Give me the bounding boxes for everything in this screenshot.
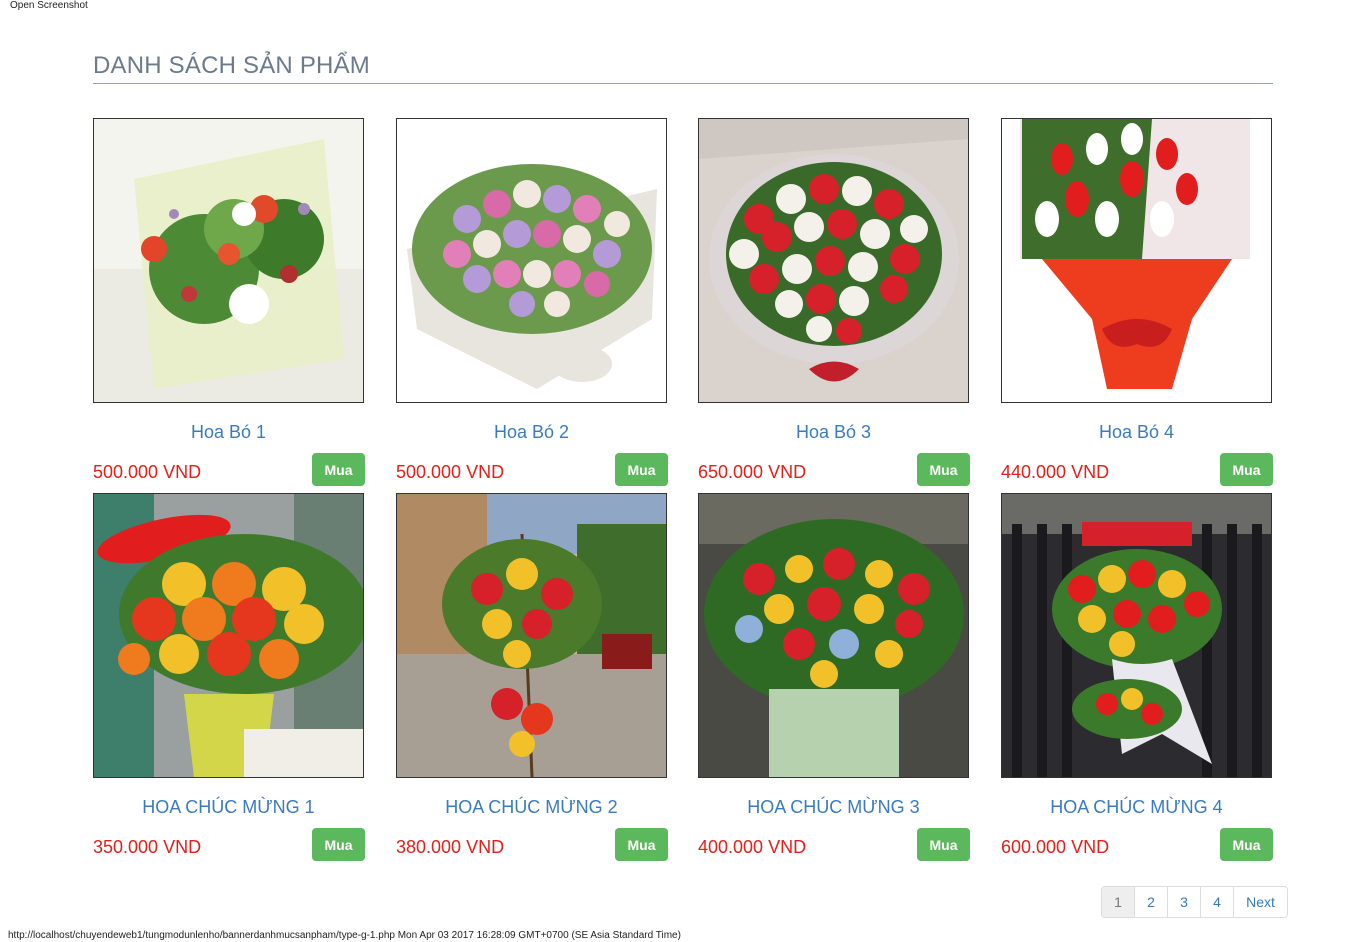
product-image[interactable]: [396, 118, 667, 403]
bouquet-mixed-green-icon: [94, 119, 363, 402]
product-image[interactable]: [93, 493, 364, 778]
product-card: HOA CHÚC MỪNG 3 400.000 VND Mua: [698, 493, 971, 863]
product-card: Hoa Bó 2 500.000 VND Mua: [396, 118, 669, 488]
congrats-stand-orange-icon: [94, 494, 363, 777]
product-card: HOA CHÚC MỪNG 2 380.000 VND Mua: [396, 493, 669, 863]
next-page-link[interactable]: Next: [1233, 887, 1287, 917]
product-card: HOA CHÚC MỪNG 1 350.000 VND Mua: [93, 493, 366, 863]
product-price: 350.000 VND: [93, 837, 202, 857]
bouquet-red-white-tulips-icon: [1002, 119, 1271, 402]
status-bar-url: http://localhost/chuyendeweb1/tungmodunl…: [8, 930, 681, 941]
product-price: 600.000 VND: [1001, 837, 1110, 857]
congrats-stand-sunflower-icon: [699, 494, 968, 777]
product-image[interactable]: [698, 493, 969, 778]
product-card: Hoa Bó 1 500.000 VND Mua: [93, 118, 366, 488]
product-name[interactable]: HOA CHÚC MỪNG 4: [1001, 796, 1272, 818]
product-name[interactable]: HOA CHÚC MỪNG 3: [698, 796, 969, 818]
buy-button[interactable]: Mua: [615, 453, 668, 486]
product-image[interactable]: [93, 118, 364, 403]
product-price: 380.000 VND: [396, 837, 505, 857]
product-price: 650.000 VND: [698, 462, 807, 482]
buy-button[interactable]: Mua: [1220, 828, 1273, 861]
product-price: 400.000 VND: [698, 837, 807, 857]
product-image[interactable]: [698, 118, 969, 403]
buy-button[interactable]: Mua: [312, 453, 365, 486]
page-link-2[interactable]: 2: [1134, 887, 1167, 917]
product-image[interactable]: [396, 493, 667, 778]
product-card: Hoa Bó 3 650.000 VND Mua: [698, 118, 971, 488]
product-name[interactable]: HOA CHÚC MỪNG 2: [396, 796, 667, 818]
page-link-4[interactable]: 4: [1200, 887, 1233, 917]
product-name[interactable]: Hoa Bó 2: [396, 421, 667, 443]
product-price: 500.000 VND: [396, 462, 505, 482]
product-image[interactable]: [1001, 118, 1272, 403]
product-card: HOA CHÚC MỪNG 4 600.000 VND Mua: [1001, 493, 1274, 863]
product-card: Hoa Bó 4 440.000 VND Mua: [1001, 118, 1274, 488]
window-title-label: Open Screenshot: [10, 0, 88, 11]
bouquet-pastel-roses-icon: [397, 119, 666, 402]
page-link-3[interactable]: 3: [1167, 887, 1200, 917]
page-link-1[interactable]: 1: [1102, 887, 1134, 917]
product-price: 500.000 VND: [93, 462, 202, 482]
buy-button[interactable]: Mua: [312, 828, 365, 861]
congrats-stand-street-icon: [397, 494, 666, 777]
buy-button[interactable]: Mua: [1220, 453, 1273, 486]
product-price: 440.000 VND: [1001, 462, 1110, 482]
buy-button[interactable]: Mua: [917, 828, 970, 861]
product-name[interactable]: Hoa Bó 1: [93, 421, 364, 443]
pagination: 1 2 3 4 Next: [1101, 886, 1288, 918]
buy-button[interactable]: Mua: [917, 453, 970, 486]
congrats-stand-red-icon: [1002, 494, 1271, 777]
product-image[interactable]: [1001, 493, 1272, 778]
bouquet-red-white-roses-icon: [699, 119, 968, 402]
product-name[interactable]: Hoa Bó 4: [1001, 421, 1272, 443]
product-name[interactable]: HOA CHÚC MỪNG 1: [93, 796, 364, 818]
buy-button[interactable]: Mua: [615, 828, 668, 861]
page-title: DANH SÁCH SẢN PHẨM: [93, 52, 1273, 84]
product-name[interactable]: Hoa Bó 3: [698, 421, 969, 443]
